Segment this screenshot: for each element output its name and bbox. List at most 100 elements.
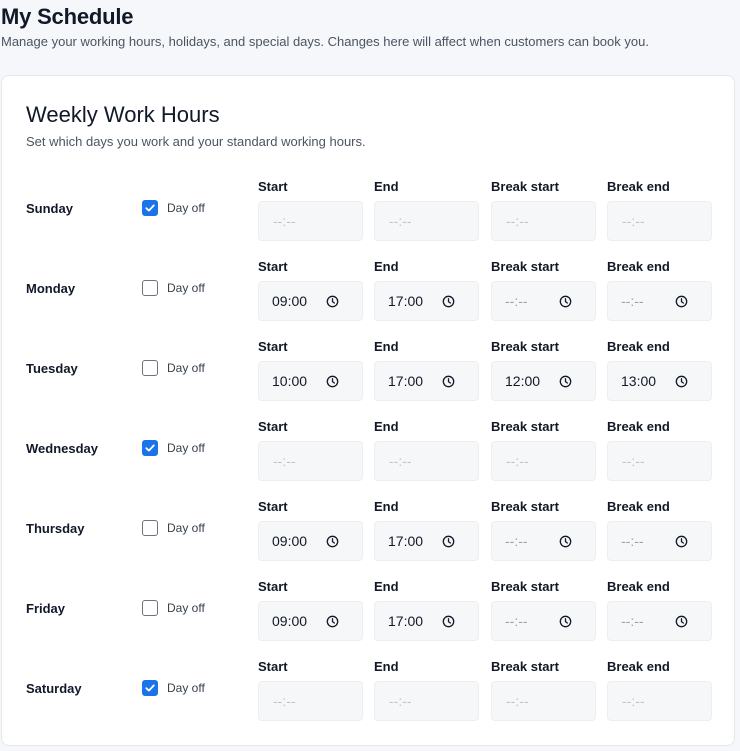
day-off-toggle-saturday[interactable]: Day off — [142, 680, 205, 696]
time-placeholder: --:-- — [389, 453, 412, 469]
break-start-time-input-saturday: --:-- — [491, 681, 596, 721]
end-time-input-wednesday: --:-- — [374, 441, 479, 481]
day-name-friday: Friday — [26, 601, 66, 616]
break-start-label: Break start — [491, 419, 559, 434]
break-end-time-input-tuesday[interactable]: 13:00 — [607, 361, 712, 401]
day-off-label: Day off — [167, 361, 205, 375]
end-time-input-tuesday[interactable]: 17:00 — [374, 361, 479, 401]
break-start-time-input-tuesday[interactable]: 12:00 — [491, 361, 596, 401]
day-row-friday: Friday Day off Start 09:00 End 17:00 Break sta… — [2, 576, 736, 656]
end-label: End — [374, 579, 399, 594]
start-field-wednesday: Start --:-- — [258, 416, 363, 481]
start-field-tuesday: Start 10:00 — [258, 336, 363, 401]
start-label: Start — [258, 579, 288, 594]
end-time-input-thursday[interactable]: 17:00 — [374, 521, 479, 561]
clock-icon[interactable] — [675, 535, 688, 548]
start-time-input-tuesday[interactable]: 10:00 — [258, 361, 363, 401]
break-start-field-sunday: Break start --:-- — [491, 176, 596, 241]
end-time-input-friday[interactable]: 17:00 — [374, 601, 479, 641]
day-off-toggle-thursday[interactable]: Day off — [142, 520, 205, 536]
break-end-field-thursday: Break end --:-- — [607, 496, 712, 561]
time-placeholder: --:-- — [506, 453, 529, 469]
start-time-input-friday[interactable]: 09:00 — [258, 601, 363, 641]
clock-icon[interactable] — [442, 615, 455, 628]
break-end-time-input-monday[interactable]: --:-- — [607, 281, 712, 321]
break-start-label: Break start — [491, 179, 559, 194]
page-header: My Schedule Manage your working hours, h… — [1, 4, 649, 50]
start-field-thursday: Start 09:00 — [258, 496, 363, 561]
clock-icon[interactable] — [559, 295, 572, 308]
clock-icon[interactable] — [559, 615, 572, 628]
break-end-time-input-friday[interactable]: --:-- — [607, 601, 712, 641]
break-start-field-wednesday: Break start --:-- — [491, 416, 596, 481]
day-off-checkbox-wednesday[interactable] — [142, 440, 158, 456]
time-placeholder: --:-- — [505, 533, 528, 549]
break-end-time-input-thursday[interactable]: --:-- — [607, 521, 712, 561]
clock-icon[interactable] — [442, 375, 455, 388]
time-value: 12:00 — [505, 373, 541, 389]
end-field-monday: End 17:00 — [374, 256, 479, 321]
end-label: End — [374, 179, 399, 194]
break-start-label: Break start — [491, 659, 559, 674]
day-row-monday: Monday Day off Start 09:00 End 17:00 Break sta… — [2, 256, 736, 336]
start-time-input-thursday[interactable]: 09:00 — [258, 521, 363, 561]
break-start-label: Break start — [491, 259, 559, 274]
clock-icon[interactable] — [326, 615, 339, 628]
clock-icon[interactable] — [675, 375, 688, 388]
day-name-monday: Monday — [26, 281, 76, 296]
day-name-wednesday: Wednesday — [26, 441, 99, 456]
time-value: 09:00 — [272, 533, 308, 549]
clock-icon[interactable] — [326, 535, 339, 548]
clock-icon[interactable] — [675, 615, 688, 628]
break-start-label: Break start — [491, 579, 559, 594]
time-placeholder: --:-- — [273, 453, 296, 469]
day-off-checkbox-tuesday[interactable] — [142, 360, 158, 376]
checkmark-icon — [144, 442, 156, 454]
day-off-checkbox-sunday[interactable] — [142, 200, 158, 216]
clock-icon[interactable] — [326, 375, 339, 388]
break-start-label: Break start — [491, 499, 559, 514]
break-end-time-input-saturday: --:-- — [607, 681, 712, 721]
clock-icon[interactable] — [442, 295, 455, 308]
time-value: 10:00 — [272, 373, 308, 389]
start-time-input-monday[interactable]: 09:00 — [258, 281, 363, 321]
day-off-checkbox-friday[interactable] — [142, 600, 158, 616]
clock-icon[interactable] — [675, 295, 688, 308]
weekly-hours-card: Weekly Work Hours Set which days you wor… — [1, 75, 735, 746]
start-label: Start — [258, 499, 288, 514]
start-label: Start — [258, 179, 288, 194]
checkmark-icon — [144, 682, 156, 694]
time-placeholder: --:-- — [505, 293, 528, 309]
day-off-checkbox-saturday[interactable] — [142, 680, 158, 696]
start-field-sunday: Start --:-- — [258, 176, 363, 241]
day-off-toggle-friday[interactable]: Day off — [142, 600, 205, 616]
day-off-checkbox-thursday[interactable] — [142, 520, 158, 536]
start-field-friday: Start 09:00 — [258, 576, 363, 641]
clock-icon[interactable] — [326, 295, 339, 308]
break-start-time-input-monday[interactable]: --:-- — [491, 281, 596, 321]
end-label: End — [374, 499, 399, 514]
day-off-toggle-sunday[interactable]: Day off — [142, 200, 205, 216]
end-field-saturday: End --:-- — [374, 656, 479, 721]
clock-icon[interactable] — [559, 535, 572, 548]
break-start-field-friday: Break start --:-- — [491, 576, 596, 641]
break-start-time-input-sunday: --:-- — [491, 201, 596, 241]
day-off-checkbox-monday[interactable] — [142, 280, 158, 296]
day-row-wednesday: Wednesday Day off Start --:-- End --:-- Break … — [2, 416, 736, 496]
start-time-input-saturday: --:-- — [258, 681, 363, 721]
time-placeholder: --:-- — [622, 693, 645, 709]
day-off-toggle-tuesday[interactable]: Day off — [142, 360, 205, 376]
time-placeholder: --:-- — [622, 213, 645, 229]
clock-icon[interactable] — [442, 535, 455, 548]
end-time-input-monday[interactable]: 17:00 — [374, 281, 479, 321]
checkmark-icon — [144, 202, 156, 214]
day-name-tuesday: Tuesday — [26, 361, 78, 376]
break-start-time-input-thursday[interactable]: --:-- — [491, 521, 596, 561]
day-off-toggle-wednesday[interactable]: Day off — [142, 440, 205, 456]
day-off-toggle-monday[interactable]: Day off — [142, 280, 205, 296]
break-start-time-input-friday[interactable]: --:-- — [491, 601, 596, 641]
break-end-field-tuesday: Break end 13:00 — [607, 336, 712, 401]
end-label: End — [374, 339, 399, 354]
clock-icon[interactable] — [559, 375, 572, 388]
time-value: 17:00 — [388, 613, 424, 629]
